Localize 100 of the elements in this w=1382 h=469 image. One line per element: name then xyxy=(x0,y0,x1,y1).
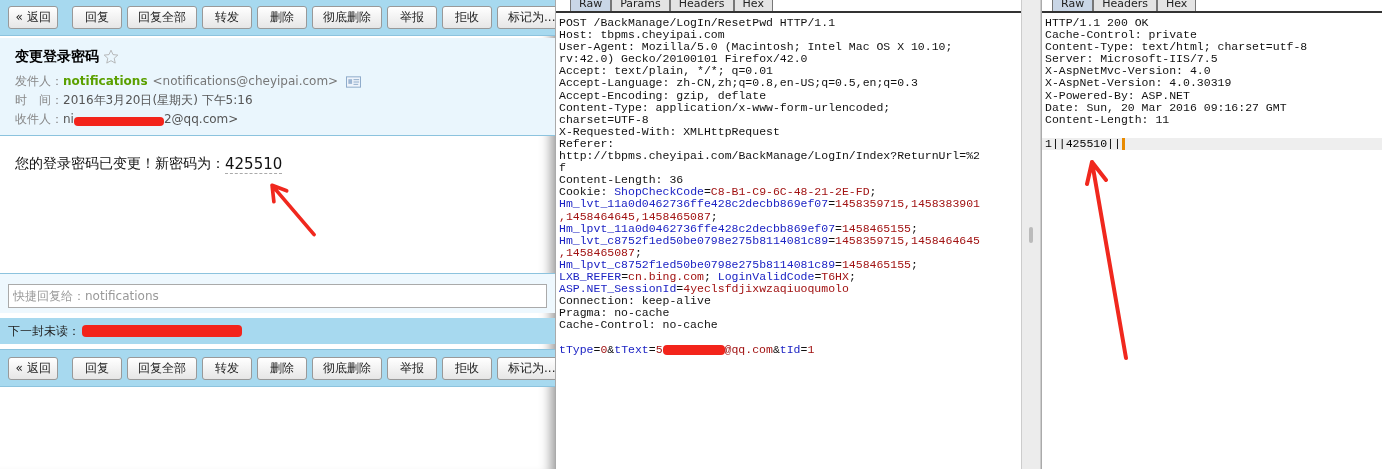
grip-icon[interactable] xyxy=(1029,226,1033,243)
code-text: ; xyxy=(634,246,642,259)
code-text: Content-Length: 11 xyxy=(1045,113,1170,126)
mail-subject: 变更登录密码 xyxy=(15,48,99,66)
toolbar-button[interactable]: 彻底删除 xyxy=(312,6,382,29)
code-text: Accept-Encoding: gzip, deflate xyxy=(559,89,767,102)
cookie-value: cn.bing.com xyxy=(628,270,704,284)
code-text: = xyxy=(800,343,808,356)
code-text: rv:42.0) Gecko/20100101 Firefox/42.0 xyxy=(559,53,808,66)
cookie-name: Hm_lvt_11a0d0462736ffe428c2decbb869ef07 xyxy=(559,198,829,211)
password-code: 425510 xyxy=(225,155,283,174)
cookie-value: 1458359715,1458464645 xyxy=(835,234,980,247)
cookie-value: 0 xyxy=(600,343,608,356)
code-text: = xyxy=(621,270,629,284)
cookie-value: @qq.com xyxy=(724,343,773,356)
code-text: ; xyxy=(710,210,718,223)
code-text: = xyxy=(835,222,842,235)
code-text: Accept: text/plain, */*; q=0.01 xyxy=(559,65,773,78)
back-button[interactable]: « 返回 xyxy=(8,356,58,380)
field-label: 发件人： xyxy=(15,73,63,90)
toolbar-button[interactable]: 转发 xyxy=(202,6,252,29)
code-text: Accept-Language: zh-CN,zh;q=0.8,en-US;q=0.5,en;q=0.3 xyxy=(559,77,918,90)
code-text: ; xyxy=(910,258,918,271)
code-text: X-Powered-By: ASP.NET xyxy=(1045,89,1190,102)
cookie-value: ,1458465087 xyxy=(559,246,635,259)
cookie-value: T6HX xyxy=(821,270,849,284)
code-text: ; xyxy=(703,270,711,284)
code-text: Host: tbpms.cheyipai.com xyxy=(559,29,725,42)
body-text: 您的登录密码已变更！新密码为： xyxy=(15,155,225,173)
code-text: Content-Length: 36 xyxy=(559,174,684,187)
cookie-name: Hm_lpvt_c8752f1ed50be0798e275b8114081c89 xyxy=(559,258,836,271)
code-text: & xyxy=(772,343,780,356)
code-text: charset=UTF-8 xyxy=(559,113,649,126)
code-text: & xyxy=(607,343,615,356)
code-text: Content-Type: application/x-www-form-urlencoded; xyxy=(559,101,891,114)
field-label: 收件人： xyxy=(15,111,63,128)
code-text: = xyxy=(828,234,836,247)
toolbar-button[interactable]: 回复 xyxy=(72,6,122,29)
code-text: = xyxy=(828,198,836,211)
cookie-name: LXB_REFER xyxy=(559,270,622,284)
code-text: = xyxy=(593,343,601,356)
back-button[interactable]: « 返回 xyxy=(8,6,58,29)
code-text: Date: Sun, 20 Mar 2016 09:16:27 GMT xyxy=(1045,101,1287,114)
cookie-name: Hm_lvt_c8752f1ed50be0798e275b8114081c89 xyxy=(559,234,829,247)
code-text: X-AspNet-Version: 4.0.30319 xyxy=(1045,77,1232,90)
code-text: Referer: xyxy=(559,137,615,151)
code-text: = xyxy=(814,270,822,284)
contact-card-icon[interactable] xyxy=(346,75,362,88)
code-text: POST /BackManage/LogIn/ResetPwd HTTP/1.1 xyxy=(559,17,836,30)
cookie-name: tText xyxy=(614,343,649,356)
code-text: X-Requested-With: XMLHttpRequest xyxy=(559,125,780,138)
toolbar-button[interactable]: 标记为... xyxy=(497,356,555,380)
code-text: HTTP/1.1 200 OK xyxy=(1045,17,1149,30)
toolbar-button[interactable]: 删除 xyxy=(257,356,307,380)
code-text: X-AspNetMvc-Version: 4.0 xyxy=(1045,65,1211,78)
star-icon[interactable] xyxy=(103,49,119,65)
cookie-name: ASP.NET_SessionId xyxy=(559,283,677,296)
toolbar-button[interactable]: 彻底删除 xyxy=(312,356,382,380)
code-text: = xyxy=(676,283,684,296)
toolbar-button[interactable]: 转发 xyxy=(202,356,252,380)
code-text: ; xyxy=(869,186,877,199)
quick-reply-field[interactable]: 快捷回复给：notifications xyxy=(8,284,547,308)
cookie-name: LoginValidCode xyxy=(717,270,815,284)
code-text: Connection: keep-alive xyxy=(559,295,711,308)
code-text: User-Agent: Mozilla/5.0 (Macintosh; Intel Mac OS X 10.10; xyxy=(559,41,953,54)
splitter-bar[interactable] xyxy=(1021,0,1041,469)
code-text: ; xyxy=(910,222,918,235)
toolbar-button[interactable]: 拒收 xyxy=(442,356,492,380)
code-text: Pragma: no-cache xyxy=(559,307,670,320)
code-text: Cache-Control: private xyxy=(1045,29,1197,42)
cookie-value: 5 xyxy=(655,343,663,356)
cookie-name: tType xyxy=(559,343,594,356)
code-text: http://tbpms.cheyipai.com/BackManage/LogIn/Index?ReturnUrl=%2 xyxy=(559,150,980,163)
code-text: Cookie: xyxy=(559,186,609,199)
toolbar-button[interactable]: 回复全部 xyxy=(127,6,197,29)
toolbar-button[interactable]: 删除 xyxy=(257,6,307,29)
response-body: 1||425510|| xyxy=(1045,137,1121,151)
cookie-name: Hm_lpvt_11a0d0462736ffe428c2decbb869ef07 xyxy=(559,222,836,235)
cookie-value: ,1458464645,1458465087 xyxy=(559,210,711,223)
code-text: = xyxy=(703,186,711,199)
sender-address: <notifications@cheyipai.com> xyxy=(152,73,339,90)
sent-time: 2016年3月20日(星期天) 下午5:16 xyxy=(63,92,253,109)
field-label: 时 间： xyxy=(15,92,63,109)
toolbar-button[interactable]: 拒收 xyxy=(442,6,492,29)
next-unread-label: 下一封未读： xyxy=(8,322,80,340)
code-text: Cache-Control: no-cache xyxy=(559,319,718,332)
code-text: Content-Type: text/html; charset=utf-8 xyxy=(1045,41,1308,54)
toolbar-button[interactable]: 标记为... xyxy=(497,6,555,29)
cookie-name: ShopCheckCode xyxy=(614,186,704,199)
cookie-name: tId xyxy=(779,343,801,356)
toolbar-button[interactable]: 举报 xyxy=(387,356,437,380)
text-cursor xyxy=(1121,137,1125,150)
recipient-text: 2@qq.com> xyxy=(163,111,239,128)
toolbar-button[interactable]: 回复 xyxy=(72,356,122,380)
code-text: = xyxy=(648,343,656,356)
toolbar-button[interactable]: 举报 xyxy=(387,6,437,29)
toolbar-button[interactable]: 回复全部 xyxy=(127,356,197,380)
recipient-text: ni xyxy=(63,111,74,128)
cookie-value: C8-B1-C9-6C-48-21-2E-FD xyxy=(710,186,870,199)
code-text: f xyxy=(559,162,566,175)
